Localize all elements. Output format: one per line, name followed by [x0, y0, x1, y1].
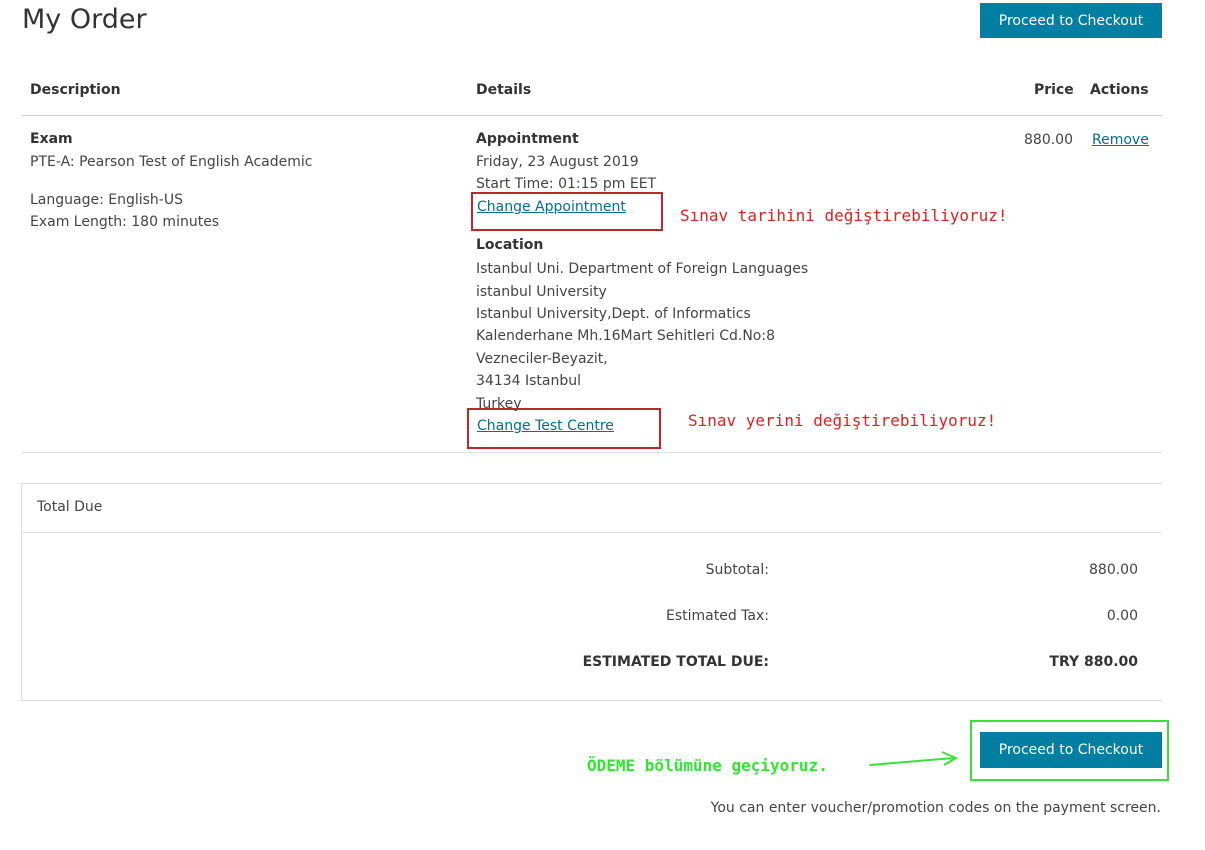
- change-test-centre-link[interactable]: Change Test Centre: [477, 418, 614, 434]
- voucher-note: You can enter voucher/promotion codes on…: [710, 800, 1161, 816]
- estimated-total-value: TRY 880.00: [1049, 654, 1138, 670]
- estimated-tax-label: Estimated Tax:: [666, 608, 769, 624]
- location-line: istanbul University: [476, 284, 607, 300]
- subtotal-value: 880.00: [1089, 562, 1138, 578]
- estimated-tax-value: 0.00: [1106, 608, 1138, 624]
- item-name: PTE-A: Pearson Test of English Academic: [30, 154, 313, 170]
- header-actions: Actions: [1090, 82, 1149, 98]
- location-line: 34134 Istanbul: [476, 373, 581, 389]
- estimated-total-label: ESTIMATED TOTAL DUE:: [582, 654, 769, 670]
- proceed-to-checkout-button-bottom[interactable]: Proceed to Checkout: [980, 732, 1162, 768]
- location-heading: Location: [476, 237, 544, 253]
- item-price: 880.00: [1024, 132, 1073, 148]
- total-due-panel: Total Due Subtotal: 880.00 Estimated Tax…: [21, 483, 1162, 701]
- arrow-right-icon: [869, 751, 959, 766]
- header-divider: [22, 115, 1162, 116]
- row-divider: [22, 452, 1162, 453]
- change-appointment-link[interactable]: Change Appointment: [477, 199, 626, 215]
- total-due-header: Total Due: [22, 484, 1162, 533]
- location-line: Kalenderhane Mh.16Mart Sehitleri Cd.No:8: [476, 328, 775, 344]
- header-details: Details: [476, 82, 532, 98]
- location-line: Istanbul Uni. Department of Foreign Lang…: [476, 261, 809, 277]
- appointment-annotation: Sınav tarihini değiştirebiliyoruz!: [680, 206, 1008, 225]
- checkout-annotation: ÖDEME bölümüne geçiyoruz.: [587, 756, 828, 775]
- page-title: My Order: [22, 4, 147, 35]
- appointment-date: Friday, 23 August 2019: [476, 154, 639, 170]
- item-language: Language: English-US: [30, 192, 183, 208]
- remove-link[interactable]: Remove: [1092, 132, 1149, 148]
- item-type: Exam: [30, 131, 73, 147]
- appointment-heading: Appointment: [476, 131, 579, 147]
- proceed-to-checkout-button-top[interactable]: Proceed to Checkout: [980, 3, 1162, 38]
- item-length: Exam Length: 180 minutes: [30, 214, 220, 230]
- location-line: Istanbul University,Dept. of Informatics: [476, 306, 751, 322]
- header-price: Price: [1034, 82, 1074, 98]
- location-line: Vezneciler-Beyazit,: [476, 351, 608, 367]
- subtotal-label: Subtotal:: [705, 562, 769, 578]
- location-annotation: Sınav yerini değiştirebiliyoruz!: [688, 411, 997, 430]
- header-description: Description: [30, 82, 121, 98]
- total-due-heading: Total Due: [37, 499, 103, 515]
